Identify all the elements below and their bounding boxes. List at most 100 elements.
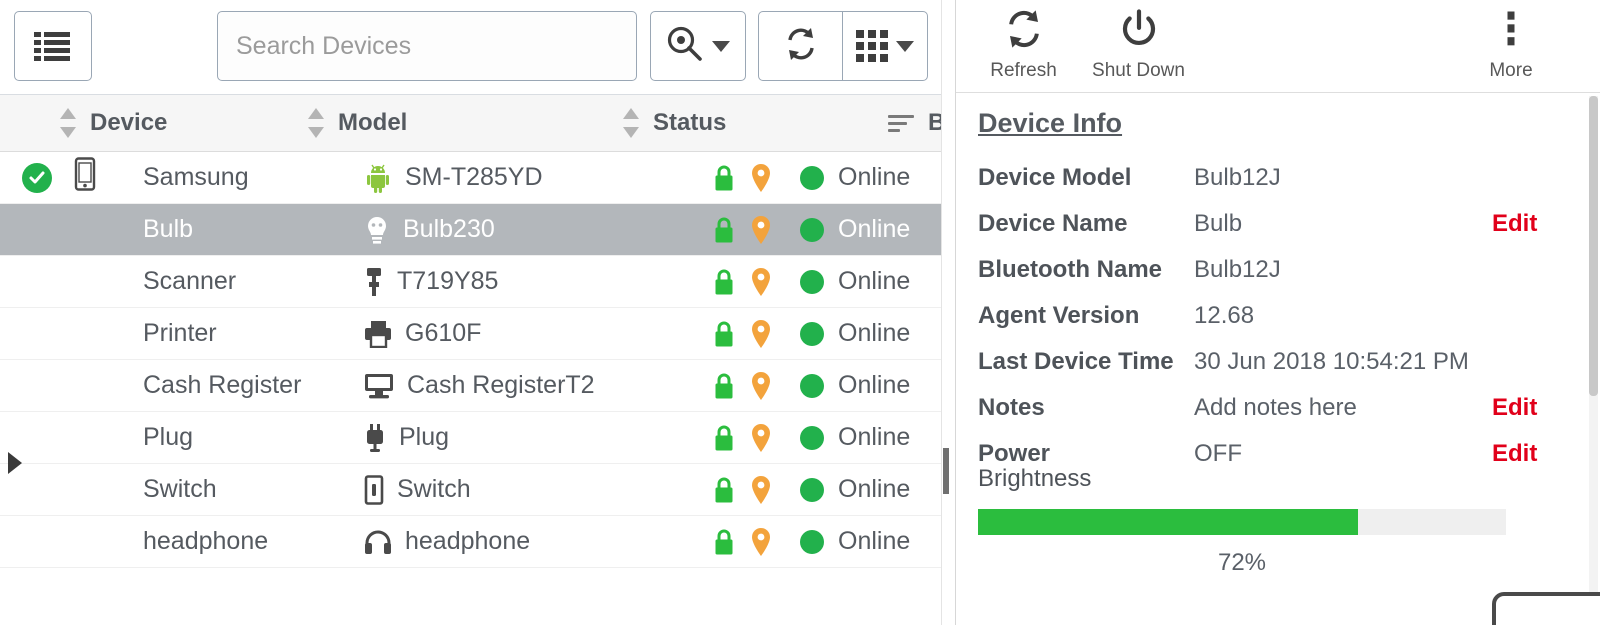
view-mode-button[interactable]: [843, 12, 927, 80]
edit-link[interactable]: Edit: [1492, 210, 1578, 238]
column-header-device[interactable]: Device: [60, 95, 308, 151]
device-name-label: headphone: [143, 527, 269, 555]
table-row[interactable]: Samsung SM-T285YD Online: [0, 152, 948, 204]
lock-icon[interactable]: [712, 423, 736, 453]
info-label: Notes: [978, 394, 1045, 421]
details-scrollbar[interactable]: [1589, 96, 1598, 624]
device-info-row: Last Device Time 30 Jun 2018 10:54:21 PM: [978, 339, 1578, 385]
row-selection-cell[interactable]: [0, 204, 115, 255]
lock-icon[interactable]: [712, 215, 736, 245]
table-row[interactable]: Switch Switch Online: [0, 464, 948, 516]
location-pin-icon[interactable]: [750, 267, 772, 297]
location-pin-icon[interactable]: [750, 371, 772, 401]
row-selection-cell[interactable]: [0, 152, 115, 203]
edit-link[interactable]: Edit: [1492, 394, 1578, 422]
status-label: Online: [838, 163, 911, 191]
chevron-down-icon: [712, 40, 730, 52]
check-circle-icon[interactable]: [22, 162, 52, 193]
edit-link[interactable]: Edit: [1492, 440, 1578, 468]
device-name-label: Samsung: [143, 163, 249, 191]
brightness-slider[interactable]: [978, 509, 1506, 535]
info-value: OFF: [1194, 440, 1242, 467]
online-status-dot: [800, 321, 824, 346]
status-label: Online: [838, 319, 911, 347]
scanner-icon: [363, 267, 385, 297]
row-selection-cell[interactable]: [0, 256, 115, 307]
shutdown-device-label: Shut Down: [1092, 60, 1185, 81]
floating-action-card[interactable]: [1492, 592, 1600, 625]
table-row[interactable]: headphone headphone Online: [0, 516, 948, 568]
pane-splitter[interactable]: [941, 0, 955, 625]
more-options-label: More: [1489, 60, 1533, 81]
more-vertical-icon: [1490, 8, 1532, 56]
cell-model: Switch: [363, 464, 678, 515]
cell-status: Online: [678, 256, 943, 307]
cell-model: Plug: [363, 412, 678, 463]
shutdown-device-button[interactable]: Shut Down: [1081, 8, 1196, 82]
refresh-list-button[interactable]: [759, 12, 843, 80]
status-label: Online: [838, 527, 911, 555]
column-header-battery[interactable]: Ba: [888, 95, 948, 151]
row-selection-cell[interactable]: [0, 516, 115, 567]
column-header-model[interactable]: Model: [308, 95, 623, 151]
cell-device-name: Samsung: [115, 152, 363, 203]
lock-icon[interactable]: [712, 527, 736, 557]
cell-status: Online: [678, 152, 943, 203]
device-name-label: Scanner: [143, 267, 237, 295]
cell-device-name: Cash Register: [115, 360, 363, 411]
info-label: Device Model: [978, 164, 1132, 191]
device-name-label: Switch: [143, 475, 217, 503]
cell-model: T719Y85: [363, 256, 678, 307]
lock-icon[interactable]: [712, 371, 736, 401]
android-icon: [363, 163, 393, 193]
device-details-pane: Refresh Shut Down More Device Info Devic…: [955, 0, 1600, 625]
lock-icon[interactable]: [712, 319, 736, 349]
location-pin-icon[interactable]: [750, 319, 772, 349]
device-table-header: Device Model Status Ba: [0, 95, 948, 152]
lock-icon[interactable]: [712, 163, 736, 193]
location-pin-icon[interactable]: [750, 215, 772, 245]
cell-status: Online: [678, 464, 943, 515]
info-value: Bulb12J: [1194, 164, 1281, 191]
lock-icon[interactable]: [712, 267, 736, 297]
location-pin-icon[interactable]: [750, 163, 772, 193]
power-icon: [1118, 8, 1160, 56]
location-pin-icon[interactable]: [750, 527, 772, 557]
search-scope-button[interactable]: [650, 11, 746, 81]
brightness-percent-label: 72%: [1217, 549, 1267, 576]
location-pin-icon[interactable]: [750, 423, 772, 453]
column-header-status[interactable]: Status: [623, 95, 888, 151]
sort-arrows-icon[interactable]: [60, 106, 76, 140]
table-row[interactable]: Cash Register Cash RegisterT2 Online: [0, 360, 948, 412]
search-target-icon: [666, 25, 704, 68]
info-value: 30 Jun 2018 10:54:21 PM: [1194, 348, 1469, 375]
status-label: Online: [838, 423, 911, 451]
list-menu-button[interactable]: [14, 11, 92, 81]
info-label: Power: [978, 440, 1051, 467]
refresh-icon: [1003, 8, 1045, 56]
refresh-device-button[interactable]: Refresh: [971, 8, 1076, 82]
splitter-handle[interactable]: [943, 448, 949, 494]
sort-arrows-icon[interactable]: [308, 106, 324, 140]
table-row[interactable]: Scanner T719Y85 Online: [0, 256, 948, 308]
table-row[interactable]: Plug Plug Online: [0, 412, 948, 464]
table-row[interactable]: Printer G610F Online: [0, 308, 948, 360]
more-options-button[interactable]: More: [1456, 8, 1566, 82]
sort-arrows-icon[interactable]: [623, 106, 639, 140]
details-scrollbar-thumb[interactable]: [1589, 96, 1598, 396]
model-label: headphone: [405, 527, 531, 555]
lock-icon[interactable]: [712, 475, 736, 505]
headphone-icon: [363, 529, 393, 555]
status-label: Online: [838, 267, 911, 295]
row-selection-cell[interactable]: [0, 360, 115, 411]
location-pin-icon[interactable]: [750, 475, 772, 505]
table-row[interactable]: Bulb Bulb230 Online: [0, 204, 948, 256]
device-table: Device Model Status Ba Samsung SM-T285YD O…: [0, 95, 948, 625]
search-input[interactable]: [217, 11, 637, 81]
device-list-pane: Device Model Status Ba Samsung SM-T285YD O…: [0, 0, 948, 625]
filter-lines-icon[interactable]: [888, 113, 914, 133]
row-selection-cell[interactable]: [0, 308, 115, 359]
refresh-icon: [783, 26, 819, 67]
splitter-collapse-arrow-icon[interactable]: [8, 452, 22, 474]
refresh-device-label: Refresh: [990, 60, 1057, 81]
